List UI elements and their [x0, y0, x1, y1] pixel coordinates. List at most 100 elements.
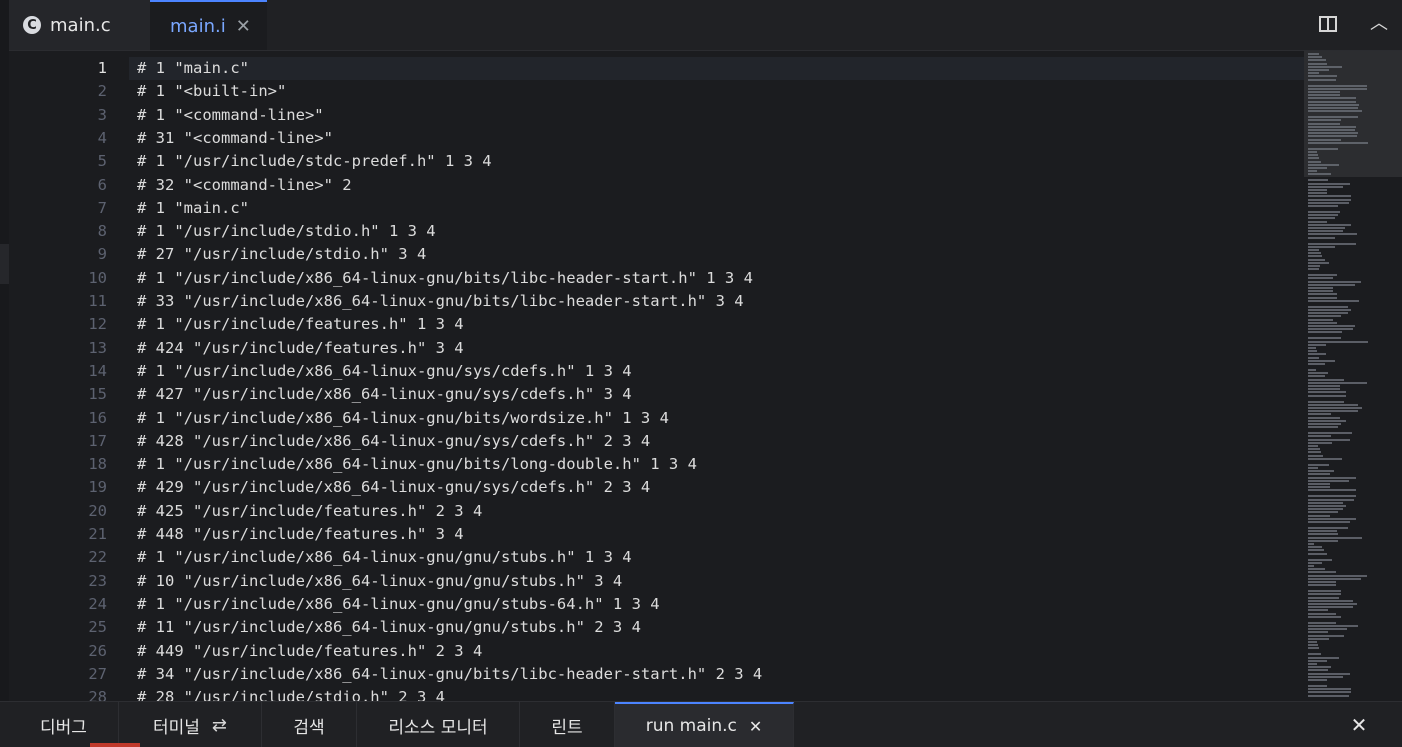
- code-line[interactable]: 11 # 33 "/usr/include/x86_64-linux-gnu/bi…: [9, 290, 1304, 313]
- minimap-line: [1308, 679, 1327, 681]
- line-code: # 27 "/usr/include/stdio.h" 3 4: [137, 245, 427, 264]
- code-line[interactable]: 19 # 429 "/usr/include/x86_64-linux-gnu/s…: [9, 476, 1304, 499]
- line-number: 15: [88, 385, 107, 404]
- minimap-line: [1308, 581, 1336, 583]
- minimap-line: [1308, 195, 1351, 198]
- code-line[interactable]: 2 # 1 "<built-in>": [9, 80, 1304, 103]
- code-line[interactable]: 23 # 10 "/usr/include/x86_64-linux-gnu/gn…: [9, 570, 1304, 593]
- panel-tab-search[interactable]: 검색: [262, 702, 357, 747]
- panel-tab-lint[interactable]: 린트: [520, 702, 615, 747]
- minimap-line: [1308, 419, 1346, 422]
- code-line[interactable]: 6 # 32 "<command-line>" 2: [9, 174, 1304, 197]
- minimap-line: [1308, 299, 1359, 302]
- minimap-line: [1308, 467, 1318, 469]
- code-line[interactable]: 5 # 1 "/usr/include/stdc-predef.h" 1 3 4: [9, 150, 1304, 173]
- code-line[interactable]: 22 # 1 "/usr/include/x86_64-linux-gnu/gnu…: [9, 546, 1304, 569]
- minimap-line: [1308, 423, 1341, 425]
- panel-close-icon[interactable]: ✕: [1346, 712, 1372, 738]
- minimap-line: [1308, 192, 1327, 195]
- close-icon[interactable]: ✕: [236, 16, 251, 37]
- minimap-line: [1308, 129, 1355, 131]
- minimap-line: [1308, 391, 1346, 394]
- minimap-line: [1308, 245, 1335, 248]
- minimap-line: [1308, 135, 1357, 138]
- line-code: # 1 "/usr/include/x86_64-linux-gnu/bits/…: [137, 455, 697, 474]
- minimap-line: [1308, 356, 1319, 359]
- minimap-line: [1308, 185, 1343, 188]
- code-editor[interactable]: 1 # 1 "main.c" 2 # 1 "<built-in>" 3 # 1 "<com…: [9, 51, 1304, 701]
- code-line[interactable]: 13 # 424 "/usr/include/features.h" 3 4: [9, 337, 1304, 360]
- code-line[interactable]: 24 # 1 "/usr/include/x86_64-linux-gnu/gnu…: [9, 593, 1304, 616]
- minimap-line: [1308, 407, 1362, 409]
- minimap-line: [1308, 274, 1337, 277]
- code-line[interactable]: 25 # 11 "/usr/include/x86_64-linux-gnu/gn…: [9, 616, 1304, 639]
- line-number: 22: [88, 548, 107, 567]
- minimap-line: [1308, 543, 1314, 545]
- minimap-line: [1308, 454, 1323, 457]
- minimap-line: [1308, 536, 1362, 539]
- minimap-line: [1308, 280, 1361, 283]
- minimap-line: [1308, 100, 1356, 103]
- tab-main-c[interactable]: C main.c: [9, 0, 150, 50]
- code-line[interactable]: 28 # 28 "/usr/include/stdio.h" 2 3 4: [9, 686, 1304, 701]
- chevron-up-icon[interactable]: ︿: [1367, 12, 1391, 36]
- code-line[interactable]: 3 # 1 "<command-line>": [9, 104, 1304, 127]
- code-line[interactable]: 18 # 1 "/usr/include/x86_64-linux-gnu/bit…: [9, 453, 1304, 476]
- line-code: # 1 "main.c": [137, 198, 249, 217]
- line-code: # 449 "/usr/include/features.h" 2 3 4: [137, 641, 483, 660]
- minimap-line: [1308, 593, 1341, 596]
- line-code: # 1 "main.c": [137, 59, 249, 77]
- minimap-line: [1308, 426, 1338, 429]
- minimap-line: [1308, 217, 1335, 220]
- line-number: 1: [97, 59, 107, 77]
- minimap-line: [1308, 268, 1319, 271]
- tab-main-i[interactable]: main.i ✕: [150, 0, 267, 50]
- line-number: 4: [97, 128, 107, 147]
- code-line[interactable]: 12 # 1 "/usr/include/features.h" 1 3 4: [9, 313, 1304, 336]
- split-editor-icon[interactable]: [1319, 16, 1337, 32]
- minimap-line: [1308, 315, 1341, 318]
- minimap-line: [1308, 669, 1328, 672]
- minimap-line: [1308, 122, 1340, 125]
- code-line[interactable]: 4 # 31 "<command-line>": [9, 127, 1304, 150]
- code-line[interactable]: 10 # 1 "/usr/include/x86_64-linux-gnu/bit…: [9, 267, 1304, 290]
- code-line[interactable]: 14 # 1 "/usr/include/x86_64-linux-gnu/sys…: [9, 360, 1304, 383]
- minimap-line: [1308, 530, 1337, 533]
- line-number: 8: [97, 222, 107, 241]
- minimap-line: [1308, 242, 1356, 245]
- close-icon[interactable]: ✕: [749, 717, 762, 736]
- line-code: # 448 "/usr/include/features.h" 3 4: [137, 525, 464, 543]
- panel-tab-resource-monitor[interactable]: 리소스 모니터: [357, 702, 520, 747]
- minimap-line: [1308, 227, 1345, 229]
- minimap-line: [1308, 457, 1342, 460]
- code-line[interactable]: 27 # 34 "/usr/include/x86_64-linux-gnu/bi…: [9, 663, 1304, 686]
- status-accent: [90, 743, 140, 747]
- code-line[interactable]: 16 # 1 "/usr/include/x86_64-linux-gnu/bit…: [9, 407, 1304, 430]
- code-line[interactable]: 1 # 1 "main.c": [9, 57, 1304, 80]
- minimap-line: [1308, 75, 1337, 78]
- code-line[interactable]: 8 # 1 "/usr/include/stdio.h" 1 3 4: [9, 220, 1304, 243]
- minimap-line: [1308, 644, 1318, 647]
- minimap-line: [1308, 473, 1330, 476]
- minimap-line: [1308, 151, 1317, 153]
- line-code: # 1 "/usr/include/x86_64-linux-gnu/sys/c…: [137, 361, 632, 380]
- line-number: 11: [88, 292, 107, 310]
- minimap[interactable]: [1304, 51, 1402, 701]
- panel-tab-debug[interactable]: 디버그: [9, 702, 119, 747]
- refresh-icon[interactable]: ⇄: [212, 715, 227, 736]
- code-line[interactable]: 7 # 1 "main.c": [9, 197, 1304, 220]
- code-line[interactable]: 20 # 425 "/usr/include/features.h" 2 3 4: [9, 500, 1304, 523]
- c-language-icon: C: [23, 16, 41, 34]
- line-number: 20: [88, 501, 107, 520]
- panel-tab-run[interactable]: run main.c ✕: [615, 702, 794, 747]
- code-line[interactable]: 17 # 428 "/usr/include/x86_64-linux-gnu/s…: [9, 430, 1304, 453]
- minimap-line: [1308, 381, 1367, 384]
- code-line[interactable]: 21 # 448 "/usr/include/features.h" 3 4: [9, 523, 1304, 546]
- code-line[interactable]: 9 # 27 "/usr/include/stdio.h" 3 4: [9, 243, 1304, 266]
- code-line[interactable]: 15 # 427 "/usr/include/x86_64-linux-gnu/s…: [9, 383, 1304, 406]
- minimap-line: [1308, 287, 1333, 289]
- code-line[interactable]: 26 # 449 "/usr/include/features.h" 2 3 4: [9, 640, 1304, 663]
- minimap-line: [1308, 539, 1338, 542]
- panel-tab-terminal[interactable]: 터미널 ⇄: [119, 702, 262, 747]
- minimap-line: [1308, 337, 1341, 340]
